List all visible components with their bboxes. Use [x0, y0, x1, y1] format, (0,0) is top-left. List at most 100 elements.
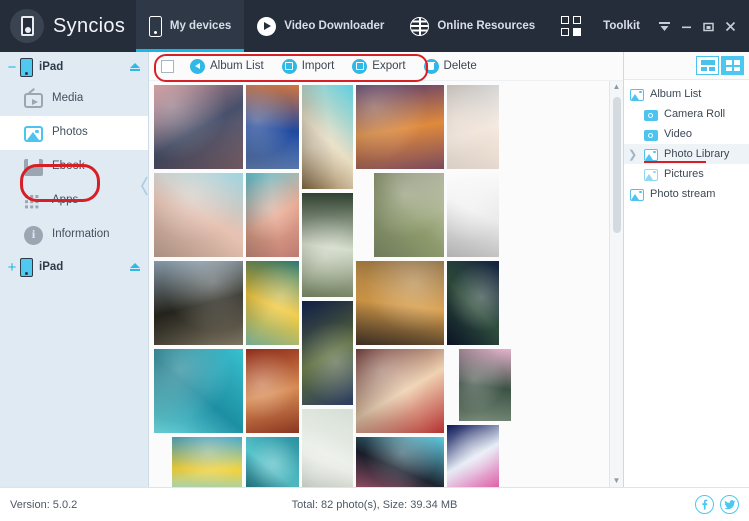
album-list-label: Album List [210, 60, 264, 72]
sidebar-item-ebook[interactable]: Ebook [0, 150, 148, 184]
tab-online-resources[interactable]: Online Resources [397, 0, 548, 52]
photo-thumbnail-overlay [302, 409, 353, 487]
photo-thumbnail[interactable] [246, 349, 299, 433]
phone-icon [148, 15, 162, 37]
close-button[interactable] [719, 11, 741, 41]
photo-thumbnail[interactable] [447, 261, 499, 345]
import-button[interactable]: Import [281, 58, 334, 74]
eject-icon[interactable] [130, 262, 140, 272]
sidebar-item-media[interactable]: Media [0, 82, 148, 116]
sidebar-item-label: Apps [52, 194, 79, 207]
photo-thumbnail[interactable] [246, 173, 299, 257]
photo-thumbnail[interactable] [154, 173, 243, 257]
photo-thumbnail[interactable] [154, 349, 243, 433]
delete-button[interactable]: Delete [423, 58, 477, 74]
photo-thumbnail-overlay [154, 85, 243, 169]
ipad-icon [20, 57, 33, 77]
device-label: iPad [39, 261, 64, 273]
menu-dropdown-button[interactable] [653, 11, 675, 41]
tab-my-devices[interactable]: My devices [135, 0, 245, 52]
tab-video-downloader[interactable]: Video Downloader [244, 0, 397, 52]
photo-thumbnail[interactable] [302, 409, 353, 487]
album-panel: Album List Camera Roll Video ❯ Photo Library… [623, 52, 749, 487]
photo-thumbnail[interactable] [154, 85, 243, 169]
album-list-button[interactable]: Album List [190, 58, 264, 74]
sidebar-item-information[interactable]: Information [0, 218, 148, 252]
photo-thumbnail[interactable] [374, 173, 444, 257]
photo-thumbnail-overlay [154, 261, 243, 345]
syncios-window: Syncios My devices Video Downloader Onli… [0, 0, 749, 521]
scroll-down-arrow[interactable]: ▼ [613, 477, 621, 485]
twitter-icon[interactable] [720, 495, 739, 514]
photo-thumbnail[interactable] [356, 261, 444, 345]
grid-view-icon [725, 60, 740, 71]
title-bar: Syncios My devices Video Downloader Onli… [0, 0, 749, 52]
photo-thumbnail[interactable] [302, 85, 353, 189]
annotation-photo-library-underline [644, 161, 706, 163]
photo-thumbnail[interactable] [356, 349, 444, 433]
expander-icon[interactable]: − [6, 60, 18, 75]
album-tree-item-photo-library[interactable]: ❯ Photo Library [624, 144, 749, 164]
scrollbar-thumb[interactable] [613, 97, 621, 233]
trash-circle-icon [423, 58, 439, 74]
photo-thumbnail-overlay [447, 261, 499, 345]
photo-thumbnail-overlay [459, 349, 511, 421]
photo-thumbnail[interactable] [356, 437, 444, 487]
list-view-button[interactable] [696, 56, 719, 75]
photo-thumbnail[interactable] [447, 85, 499, 169]
photo-thumbnail[interactable] [246, 437, 299, 487]
photo-thumbnail[interactable] [172, 437, 242, 487]
expander-icon[interactable]: + [6, 260, 18, 275]
photo-thumbnail[interactable] [302, 193, 353, 297]
album-tree-item-album-list[interactable]: Album List [624, 84, 749, 104]
tab-toolkit[interactable]: Toolkit [548, 0, 653, 52]
device-sidebar: − iPad Media Photos Ebook Apps i Informa… [0, 52, 148, 487]
album-tree-item-camera-roll[interactable]: Camera Roll [624, 104, 749, 124]
device-node-ipad-2[interactable]: + iPad [0, 252, 148, 282]
chevron-right-icon[interactable]: ❯ [628, 148, 637, 161]
photo-thumbnail[interactable] [154, 261, 243, 345]
device-node-ipad-1[interactable]: − iPad [0, 52, 148, 82]
sidebar-item-apps[interactable]: Apps [0, 184, 148, 218]
album-tree-item-photo-stream[interactable]: Photo stream [624, 184, 749, 204]
select-all-checkbox[interactable] [161, 59, 174, 73]
album-tree-item-label: Pictures [664, 168, 704, 180]
eject-icon[interactable] [130, 62, 140, 72]
photo-thumbnail-overlay [246, 85, 299, 169]
information-icon [24, 225, 43, 245]
photo-column [154, 85, 243, 487]
minimize-button[interactable] [675, 11, 697, 41]
photo-thumbnail[interactable] [447, 173, 499, 257]
photo-column [356, 85, 444, 487]
export-label: Export [372, 60, 406, 72]
photo-thumbnail-overlay [302, 193, 353, 297]
status-bar: Version: 5.0.2 Total: 82 photo(s), Size:… [0, 487, 749, 521]
album-tree-item-label: Photo Library [664, 148, 730, 160]
app-brand: Syncios [0, 0, 136, 52]
facebook-icon[interactable] [695, 495, 714, 514]
photo-thumbnail[interactable] [459, 349, 511, 421]
delete-label: Delete [443, 60, 477, 72]
export-button[interactable]: Export [352, 58, 406, 74]
album-icon [644, 148, 658, 161]
sidebar-item-label: Media [52, 92, 84, 105]
sidebar-item-photos[interactable]: Photos [0, 116, 148, 150]
sidebar-collapse-handle[interactable] [140, 172, 149, 200]
photo-thumbnail[interactable] [246, 261, 299, 345]
album-tree-item-pictures[interactable]: Pictures [624, 164, 749, 184]
version-label: Version: 5.0.2 [10, 498, 78, 511]
back-circle-icon [190, 58, 205, 74]
photo-grid [149, 81, 609, 487]
photo-thumbnail-overlay [447, 425, 499, 487]
scroll-up-arrow[interactable]: ▲ [613, 83, 621, 91]
photo-thumbnail[interactable] [447, 425, 499, 487]
photo-thumbnail[interactable] [356, 85, 444, 169]
maximize-button[interactable] [697, 11, 719, 41]
album-tree-item-video[interactable]: Video [624, 124, 749, 144]
photo-thumbnail[interactable] [302, 301, 353, 405]
tab-video-downloader-label: Video Downloader [284, 20, 385, 32]
grid-view-button[interactable] [721, 56, 744, 75]
photo-grid-scrollbar[interactable]: ▲ ▼ [609, 81, 623, 487]
photo-thumbnail[interactable] [246, 85, 299, 169]
globe-icon [410, 16, 430, 36]
